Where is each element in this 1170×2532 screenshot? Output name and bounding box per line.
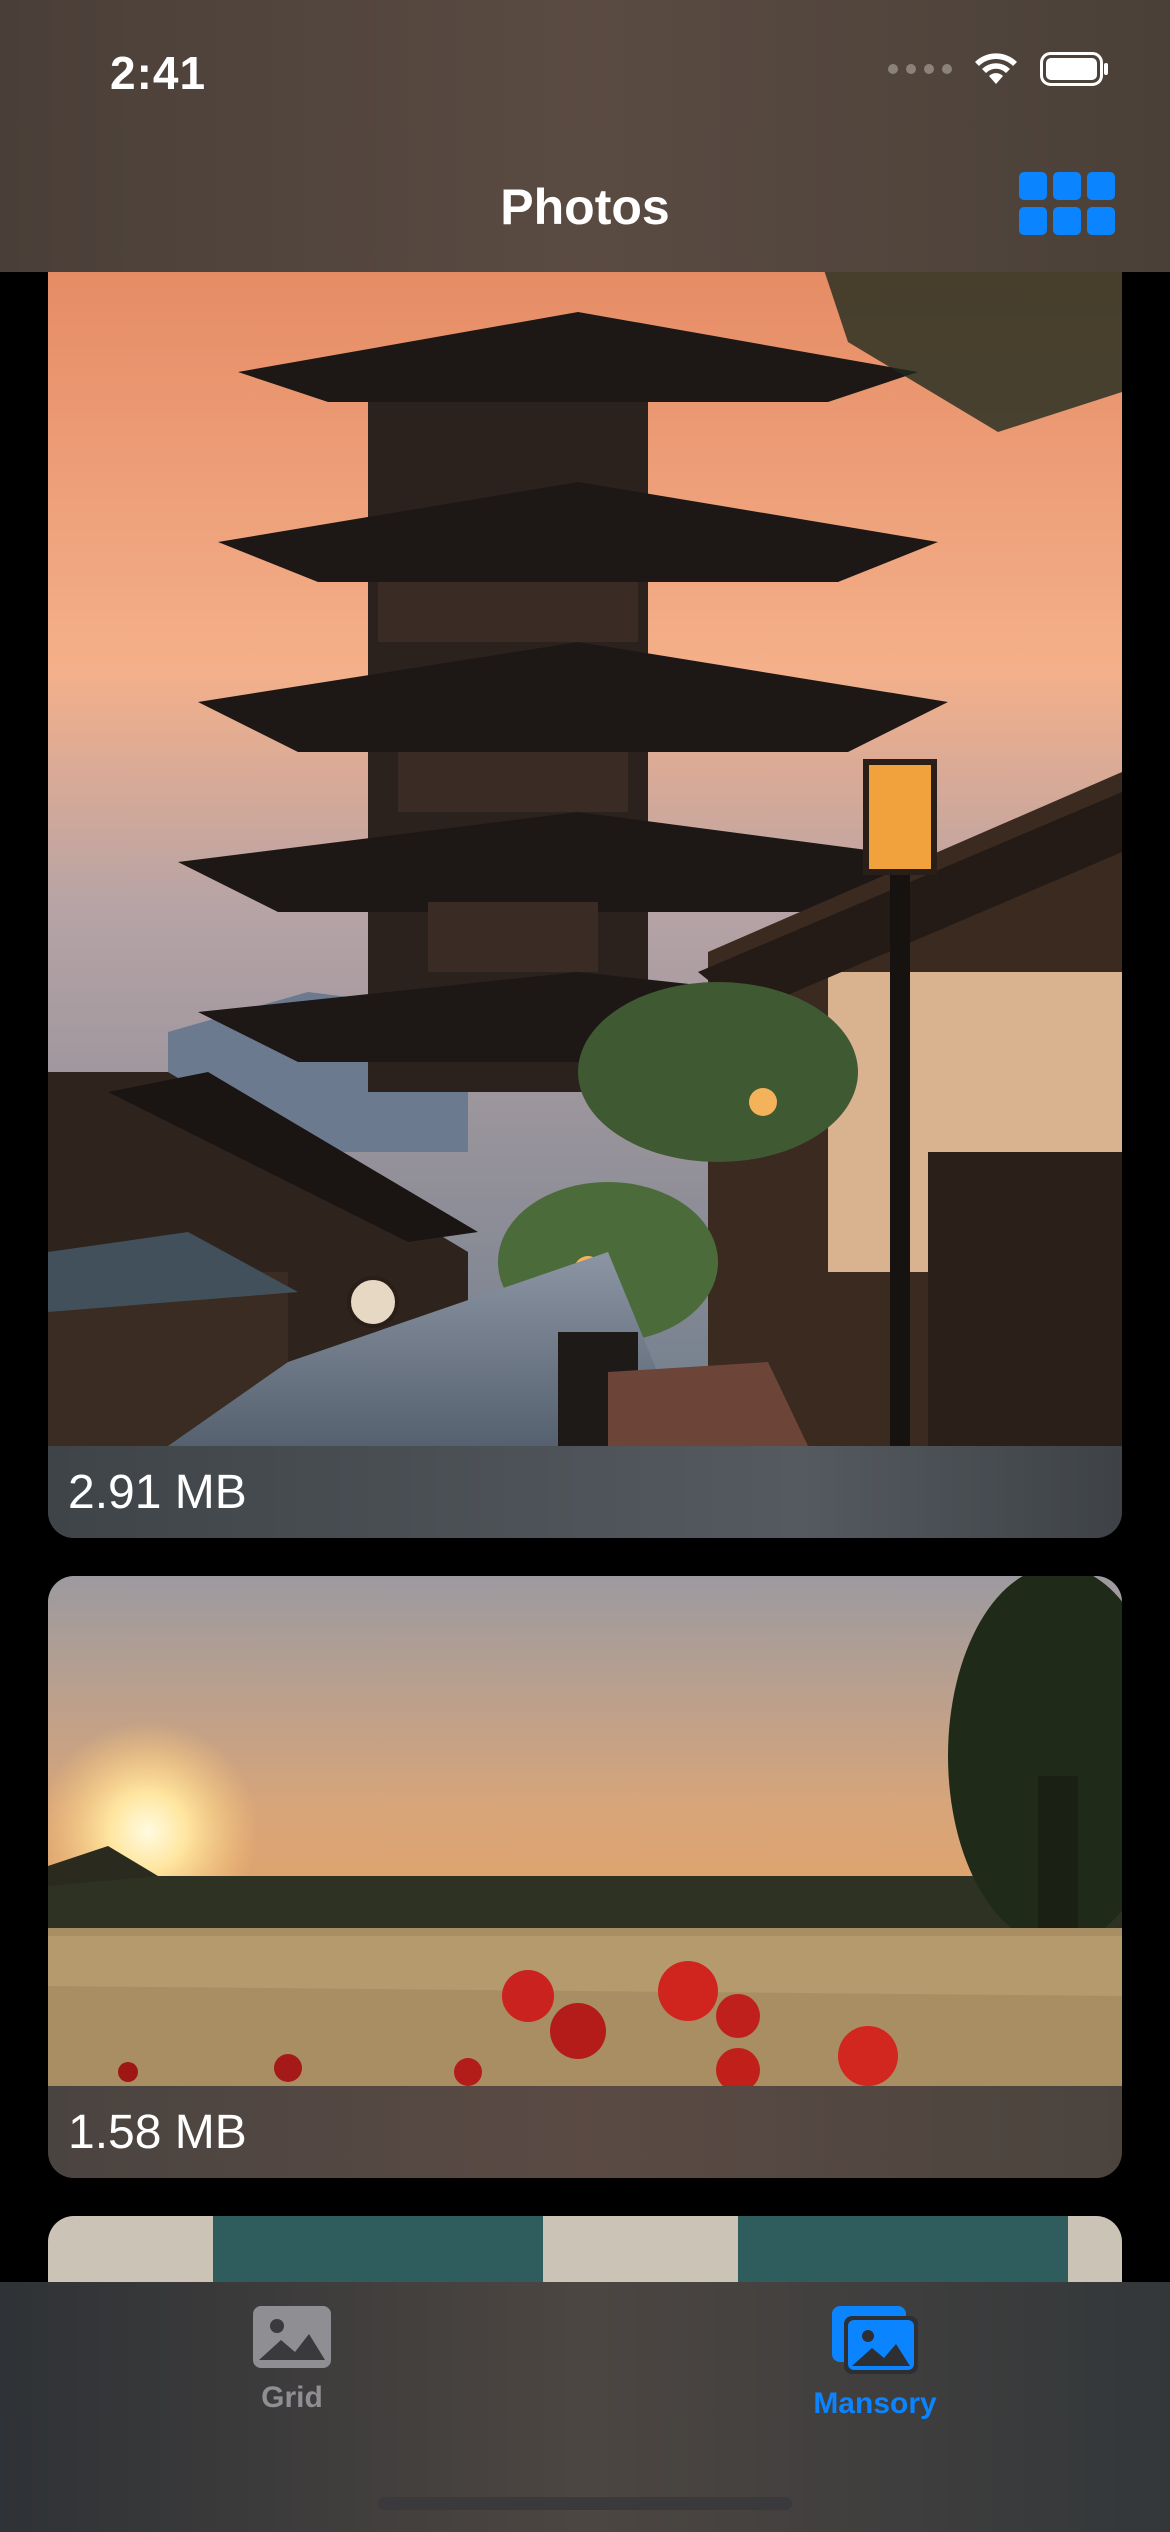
photo-card[interactable]: 1.58 MB xyxy=(48,1576,1122,2178)
home-indicator xyxy=(378,2497,792,2510)
tab-grid-label: Grid xyxy=(261,2381,323,2414)
tab-mansory-label: Mansory xyxy=(813,2387,937,2420)
battery-icon xyxy=(1040,52,1108,86)
file-size-label: 2.91 MB xyxy=(68,1465,247,1519)
poppy-field-photo xyxy=(48,1576,1122,2086)
wifi-icon xyxy=(975,53,1017,84)
grid-layout-icon[interactable] xyxy=(1019,172,1115,236)
photo-icon xyxy=(253,2306,331,2368)
photo-stack-icon xyxy=(832,2306,918,2374)
status-time: 2:41 xyxy=(110,47,207,99)
photo-feed[interactable]: 2.91 MB 1.58 MB xyxy=(0,272,1170,2282)
file-size-label: 1.58 MB xyxy=(68,2105,247,2159)
page-title: Photos xyxy=(500,179,670,235)
status-icons xyxy=(888,52,1110,86)
partial-photo xyxy=(48,2216,1122,2282)
tab-grid[interactable]: Grid xyxy=(142,2304,442,2415)
tab-bar: Grid Mansory xyxy=(0,2282,1170,2532)
photo-card[interactable] xyxy=(48,2216,1122,2282)
signal-icon xyxy=(888,64,952,74)
tab-mansory[interactable]: Mansory xyxy=(725,2304,1025,2421)
pagoda-photo xyxy=(48,272,1122,1446)
photo-card[interactable]: 2.91 MB xyxy=(48,272,1122,1538)
top-bar: 2:41 Photos xyxy=(0,0,1170,272)
